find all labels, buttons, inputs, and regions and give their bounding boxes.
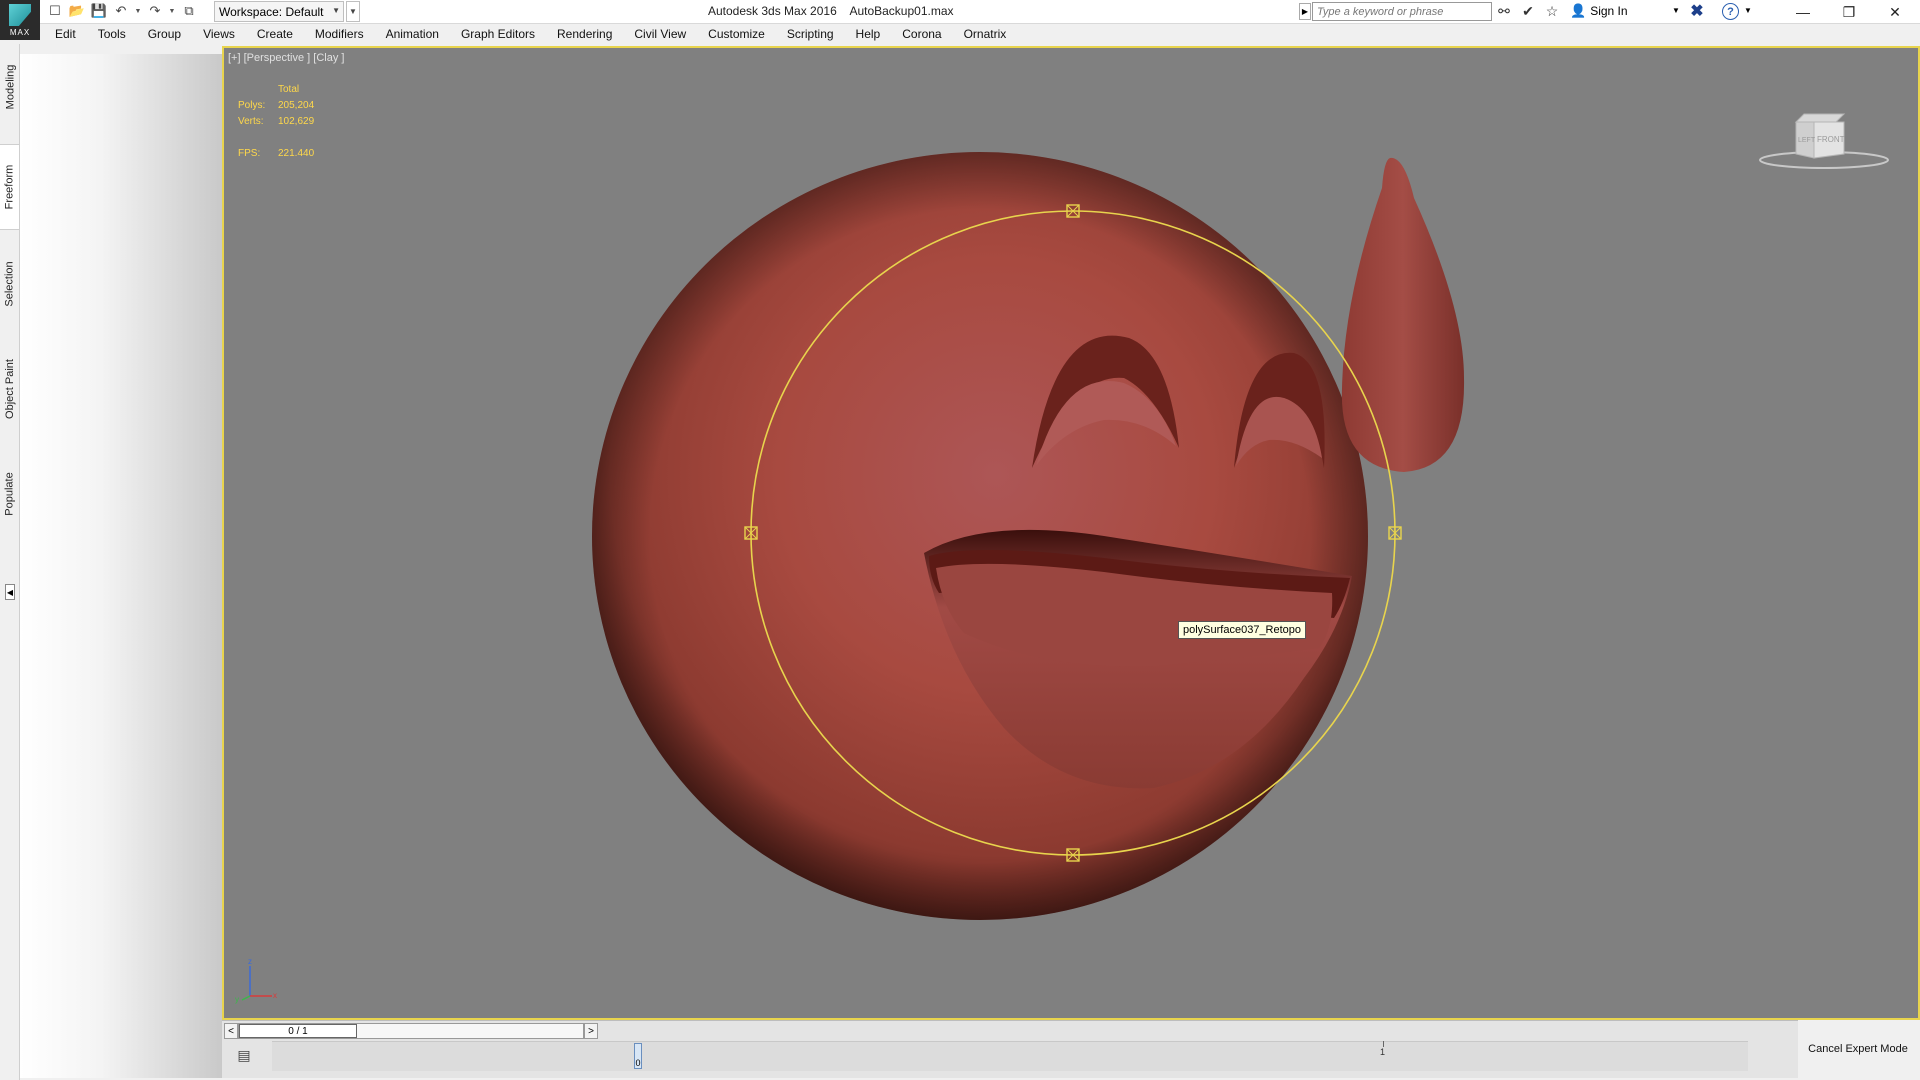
- restore-button[interactable]: ❐: [1826, 0, 1872, 24]
- search-expand-button[interactable]: ▶: [1299, 3, 1311, 20]
- tab-selection-label: Selection: [4, 261, 17, 307]
- sign-in-dropdown-icon[interactable]: ▼: [1672, 6, 1680, 15]
- chevron-down-icon: ▼: [332, 6, 340, 15]
- time-slider-knob[interactable]: 0 / 1: [239, 1024, 357, 1038]
- help-icon[interactable]: ?: [1722, 3, 1739, 20]
- tab-freeform-label: Freeform: [3, 164, 16, 210]
- frame-tick-1: 1: [1380, 1041, 1386, 1057]
- tab-object-paint[interactable]: Object Paint: [0, 334, 20, 444]
- viewcube-front-label: FRONT: [1817, 135, 1845, 144]
- perspective-viewport[interactable]: [+] [Perspective ] [Clay ] Total Polys: 2…: [222, 46, 1920, 1020]
- viewport-scene: [592, 152, 1465, 920]
- tab-populate[interactable]: Populate: [0, 454, 20, 534]
- track-bar-toggle-icon[interactable]: ▤: [234, 1045, 254, 1065]
- cancel-expert-mode-button[interactable]: Cancel Expert Mode: [1800, 1026, 1916, 1072]
- undo-dropdown-icon[interactable]: ▼: [134, 2, 142, 20]
- menu-graph-editors[interactable]: Graph Editors: [450, 27, 546, 41]
- stats-fps-value: 221.440: [278, 148, 315, 159]
- subscription-icon[interactable]: ✔: [1520, 3, 1536, 20]
- tab-populate-label: Populate: [4, 472, 16, 516]
- file-name: AutoBackup01.max: [849, 4, 954, 18]
- menu-create[interactable]: Create: [246, 27, 304, 41]
- axis-y-label: y: [235, 995, 239, 1004]
- menu-tools[interactable]: Tools: [87, 27, 137, 41]
- favorites-star-icon[interactable]: ☆: [1544, 3, 1560, 20]
- help-dropdown-icon[interactable]: ▼: [1744, 6, 1752, 15]
- undo-icon[interactable]: ↶: [112, 2, 130, 20]
- binoculars-icon[interactable]: ⚯: [1496, 3, 1512, 20]
- viewport-statistics: Total Polys: 205,204 Verts: 102,629 FPS: 22…: [238, 82, 314, 162]
- viewcube[interactable]: LEFT FRONT: [1754, 104, 1894, 174]
- customize-qat-button[interactable]: ▼: [346, 1, 360, 22]
- tab-modeling-label: Modeling: [4, 64, 17, 110]
- menu-edit[interactable]: Edit: [40, 27, 87, 41]
- axis-tripod: z x y: [235, 957, 277, 1004]
- menu-animation[interactable]: Animation: [375, 27, 450, 41]
- project-folder-icon[interactable]: ⧉: [180, 2, 198, 20]
- stats-total-label: Total: [278, 84, 300, 95]
- stats-verts-label: Verts:: [238, 116, 264, 127]
- app-menu-button[interactable]: MAX: [0, 0, 40, 40]
- menu-help[interactable]: Help: [845, 27, 892, 41]
- close-window-button[interactable]: ✕: [1872, 0, 1918, 24]
- axis-z-label: z: [248, 957, 252, 966]
- 3dsmax-logo-icon: [9, 4, 31, 26]
- infocenter-toolbar: ⚯ ✔ ☆: [1496, 3, 1560, 20]
- workspace-label: Workspace: Default: [219, 4, 324, 19]
- stats-polys-label: Polys:: [238, 100, 266, 111]
- stats-polys-value: 205,204: [278, 100, 315, 111]
- timeline-next-button[interactable]: >: [584, 1023, 598, 1039]
- search-input[interactable]: Type a keyword or phrase: [1312, 2, 1492, 21]
- app-title: Autodesk 3ds Max 2016: [708, 4, 837, 18]
- autodesk-exchange-icon[interactable]: ✖: [1688, 2, 1706, 20]
- ribbon-side-tabs: Modeling Freeform Selection Object Paint…: [0, 44, 20, 1080]
- viewport-label[interactable]: [+] [Perspective ] [Clay ]: [228, 52, 344, 64]
- minimize-button[interactable]: —: [1780, 0, 1826, 24]
- menu-rendering[interactable]: Rendering: [546, 27, 623, 41]
- search-placeholder: Type a keyword or phrase: [1317, 5, 1444, 18]
- ribbon-panel: [20, 54, 222, 1078]
- menu-civil-view[interactable]: Civil View: [623, 27, 697, 41]
- sign-in-button[interactable]: 👤 Sign In: [1570, 3, 1628, 19]
- axis-x-label: x: [273, 991, 277, 1000]
- sweat-drop[interactable]: [1341, 157, 1465, 472]
- timeline-prev-button[interactable]: <: [224, 1023, 238, 1039]
- redo-dropdown-icon[interactable]: ▼: [168, 2, 176, 20]
- menu-bar: Edit Tools Group Views Create Modifiers …: [40, 24, 1920, 44]
- timeline: < 0 / 1 > ▤ 0 1: [222, 1020, 1798, 1078]
- tab-selection[interactable]: Selection: [0, 244, 20, 324]
- menu-scripting[interactable]: Scripting: [776, 27, 845, 41]
- tab-modeling[interactable]: Modeling: [0, 52, 20, 122]
- sign-in-label: Sign In: [1590, 4, 1628, 18]
- object-name-tooltip: polySurface037_Retopo: [1178, 621, 1307, 639]
- menu-ornatrix[interactable]: Ornatrix: [953, 27, 1018, 41]
- menu-customize[interactable]: Customize: [697, 27, 776, 41]
- title-bar: MAX ☐ 📂 💾 ↶ ▼ ↷ ▼ ⧉ Workspace: Default ▼…: [0, 0, 1920, 40]
- current-frame-marker[interactable]: 0: [634, 1043, 642, 1069]
- user-icon: 👤: [1570, 3, 1587, 18]
- ribbon-expand-toggle[interactable]: ◀: [5, 584, 15, 600]
- menu-views[interactable]: Views: [192, 27, 246, 41]
- tab-object-paint-label: Object Paint: [4, 359, 17, 419]
- workspace-select[interactable]: Workspace: Default ▼: [214, 1, 344, 22]
- app-logo-text: MAX: [9, 28, 31, 37]
- tab-freeform[interactable]: Freeform: [0, 144, 20, 230]
- menu-group[interactable]: Group: [137, 27, 192, 41]
- menu-modifiers[interactable]: Modifiers: [304, 27, 375, 41]
- menu-corona[interactable]: Corona: [891, 27, 952, 41]
- stats-verts-value: 102,629: [278, 116, 315, 127]
- window-title: Autodesk 3ds Max 2016 AutoBackup01.max: [708, 4, 954, 18]
- new-file-icon[interactable]: ☐: [46, 2, 64, 20]
- stats-fps-label: FPS:: [238, 148, 261, 159]
- viewcube-left-label: LEFT: [1798, 137, 1816, 144]
- open-file-icon[interactable]: 📂: [68, 2, 86, 20]
- save-file-icon[interactable]: 💾: [90, 2, 108, 20]
- time-slider[interactable]: 0 / 1: [238, 1023, 584, 1039]
- quick-access-toolbar: ☐ 📂 💾 ↶ ▼ ↷ ▼ ⧉: [46, 2, 198, 20]
- track-bar[interactable]: [272, 1041, 1748, 1071]
- redo-icon[interactable]: ↷: [146, 2, 164, 20]
